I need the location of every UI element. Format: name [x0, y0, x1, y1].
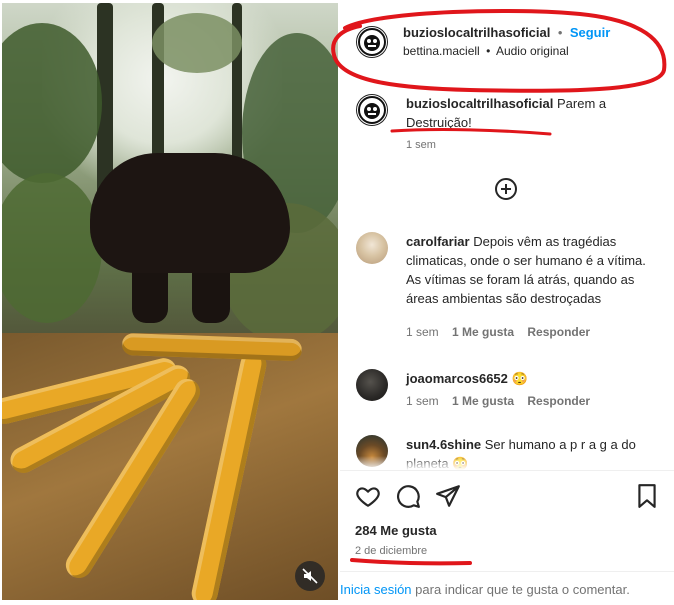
post-date[interactable]: 2 de diciembre	[355, 545, 427, 557]
mute-button[interactable]	[295, 561, 325, 591]
audio-label[interactable]: Audio original	[496, 44, 569, 58]
load-more-comments-button[interactable]	[494, 177, 518, 201]
post-actions-bar: 284 Me gusta 2 de diciembre Inicia sesió…	[340, 470, 674, 601]
like-count[interactable]: 284 Me gusta	[355, 523, 437, 538]
bookmark-icon	[638, 484, 656, 508]
separator-dot: •	[557, 25, 563, 40]
comment-likes[interactable]: 1 Me gusta	[452, 394, 514, 408]
reply-button[interactable]: Responder	[527, 325, 590, 339]
trail-logo-icon	[358, 96, 386, 124]
follow-button[interactable]: Seguir	[570, 25, 610, 40]
login-link[interactable]: Inicia sesión	[340, 582, 412, 597]
comment-likes[interactable]: 1 Me gusta	[452, 325, 514, 339]
share-icon	[436, 485, 460, 507]
audio-user[interactable]: bettina.maciell	[403, 44, 480, 58]
instagram-post-window: buzioslocaltrilhasoficial • Seguir betti…	[0, 0, 674, 605]
post-username[interactable]: buzioslocaltrilhasoficial	[403, 25, 550, 40]
foliage	[2, 173, 102, 323]
comment-username[interactable]: carolfariar	[406, 234, 470, 249]
separator-dot: •	[486, 44, 491, 58]
commenter-avatar[interactable]	[356, 232, 388, 264]
comment-username[interactable]: joaomarcos6652	[406, 371, 508, 386]
share-button[interactable]	[435, 483, 461, 509]
comment-body: carolfariar Depois vêm as tragédias clim…	[406, 232, 656, 339]
heart-icon	[356, 487, 380, 507]
caption-time[interactable]: 1 sem	[406, 139, 436, 151]
login-prompt: Inicia sesión para indicar que te gusta …	[340, 571, 674, 597]
like-button[interactable]	[355, 483, 381, 509]
comment-body: joaomarcos6652 😳 1 sem 1 Me gusta Respon…	[406, 369, 656, 408]
comment-time[interactable]: 1 sem	[406, 394, 439, 408]
comment-time[interactable]: 1 sem	[406, 325, 439, 339]
comment-icon	[397, 485, 420, 508]
comment-username[interactable]: sun4.6shine	[406, 437, 481, 452]
caption-username[interactable]: buzioslocaltrilhasoficial	[406, 96, 553, 111]
commenter-avatar[interactable]	[356, 369, 388, 401]
orangutan	[90, 153, 290, 273]
reply-button[interactable]: Responder	[527, 394, 590, 408]
mute-icon	[302, 568, 318, 584]
foliage	[152, 13, 242, 73]
save-button[interactable]	[634, 483, 660, 509]
post-header: buzioslocaltrilhasoficial • Seguir betti…	[356, 22, 656, 64]
login-prompt-text: para indicar que te gusta o comentar.	[415, 582, 630, 597]
comments-scroll-fade	[340, 456, 674, 470]
comment-text: 😳	[511, 371, 528, 386]
comment-button[interactable]	[395, 483, 421, 509]
trail-logo-icon	[358, 28, 386, 56]
add-circle-icon	[495, 178, 517, 200]
caption-avatar[interactable]	[356, 94, 388, 126]
account-avatar[interactable]	[356, 26, 388, 58]
video-player[interactable]	[2, 3, 338, 600]
